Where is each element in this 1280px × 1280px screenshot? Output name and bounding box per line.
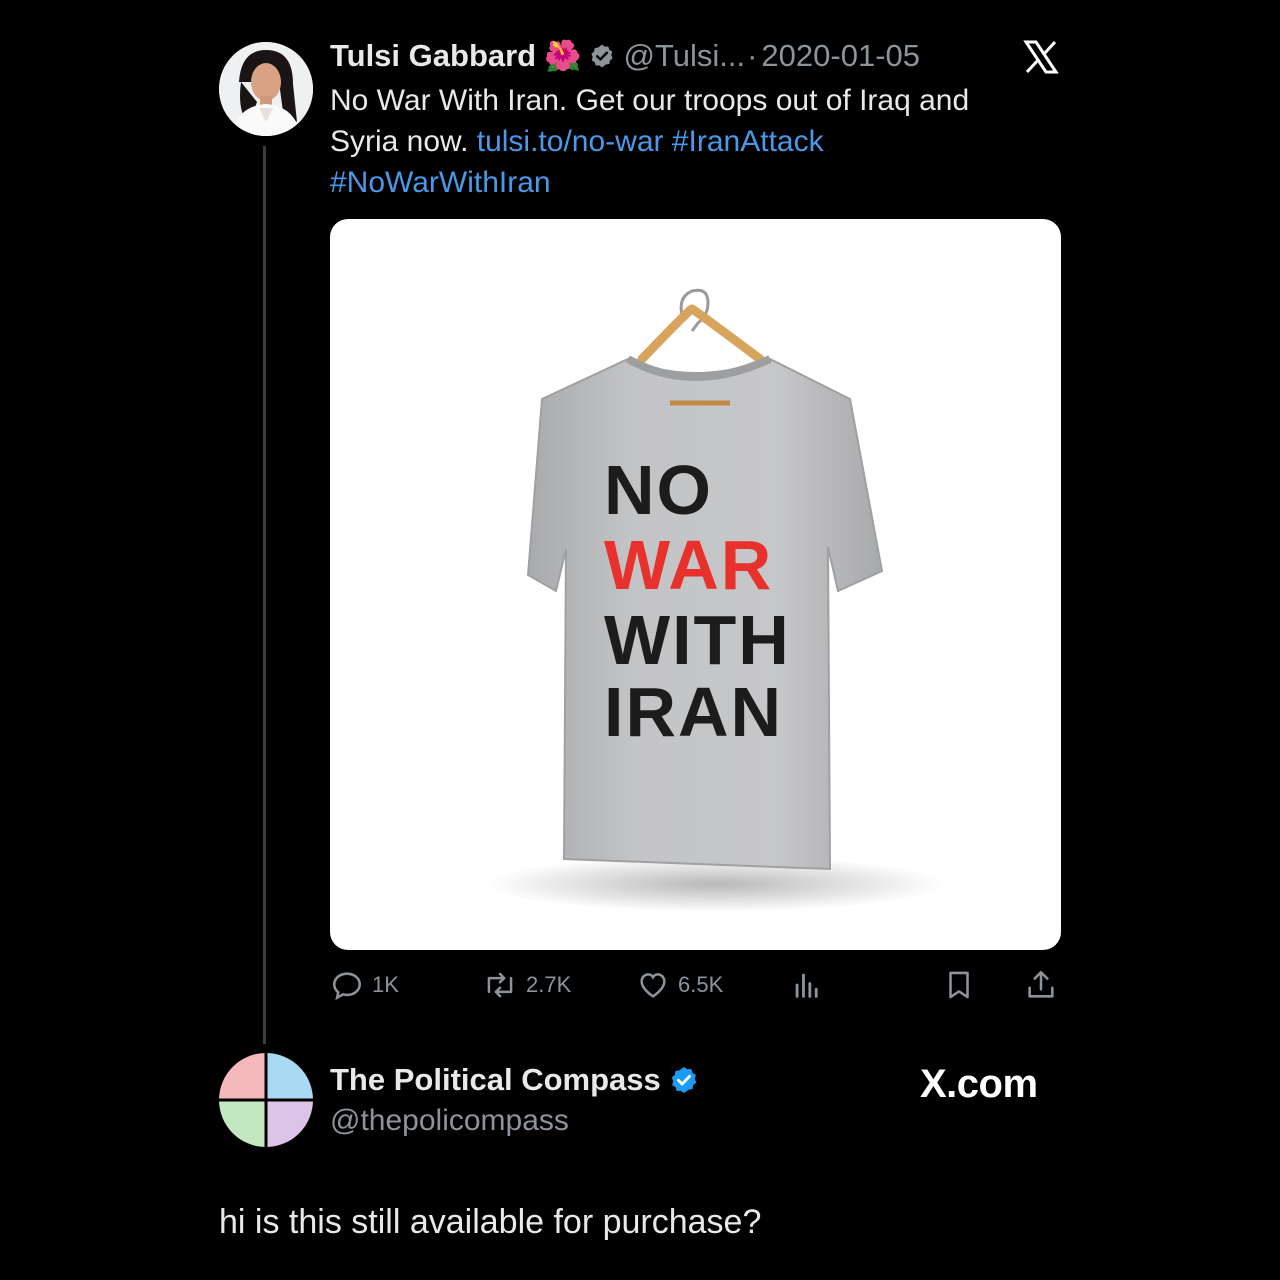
like-count: 6.5K: [678, 972, 724, 997]
repost-button[interactable]: 2.7K: [482, 968, 571, 1002]
shirt-text-line-3: WITH: [604, 601, 791, 679]
shirt-text-line-1: NO: [604, 451, 713, 529]
reply-header: The Political Compass: [330, 1062, 699, 1098]
reply-text: hi is this still available for purchase?: [219, 1203, 762, 1241]
separator-dot: ·: [747, 38, 758, 73]
views-icon: [795, 973, 818, 998]
tweet-date[interactable]: 2020-01-05: [761, 38, 920, 74]
verified-badge-icon: [589, 43, 615, 69]
hashtag-nowarwithiran[interactable]: #NoWarWithIran: [330, 166, 551, 199]
shirt-text-line-2: WAR: [604, 526, 773, 604]
verified-badge-icon: [669, 1065, 699, 1095]
reply-author-handle[interactable]: @thepolicompass: [330, 1104, 569, 1138]
shirt-text-line-4: IRAN: [604, 673, 783, 751]
tweet-header: Tulsi Gabbard 🌺 @Tulsi... · 2020-01-05: [330, 36, 920, 76]
author-emoji: 🌺: [544, 39, 582, 73]
author-name[interactable]: Tulsi Gabbard: [330, 38, 536, 74]
tshirt-image: NO WAR WITH IRAN: [485, 288, 945, 912]
author-handle[interactable]: @Tulsi...: [623, 38, 745, 74]
tweet-text: No War With Iran. Get our troops out of …: [330, 80, 1030, 203]
reply-button[interactable]: 1K: [330, 968, 399, 1002]
share-icon: [1028, 970, 1054, 998]
share-button[interactable]: [1024, 968, 1058, 1002]
reply-icon: [332, 972, 362, 1001]
tweet-link[interactable]: tulsi.to/no-war: [477, 125, 664, 158]
reply-author-avatar[interactable]: [219, 1053, 313, 1147]
tweet-media-image[interactable]: NO WAR WITH IRAN: [330, 219, 1061, 950]
author-avatar[interactable]: [219, 42, 313, 136]
bookmark-icon: [949, 971, 969, 999]
reply-count: 1K: [372, 972, 399, 997]
hashtag-iranattack[interactable]: #IranAttack: [672, 125, 824, 158]
thread-connector-line: [263, 146, 266, 1044]
repost-icon: [487, 972, 513, 998]
views-button[interactable]: [790, 968, 824, 1002]
like-button[interactable]: 6.5K: [636, 968, 723, 1002]
like-icon: [640, 973, 666, 998]
xcom-watermark: X.com: [920, 1062, 1038, 1106]
bookmark-button[interactable]: [942, 968, 976, 1002]
reply-author-name[interactable]: The Political Compass: [330, 1062, 661, 1098]
repost-count: 2.7K: [526, 972, 572, 997]
x-logo-icon[interactable]: [1022, 38, 1060, 76]
